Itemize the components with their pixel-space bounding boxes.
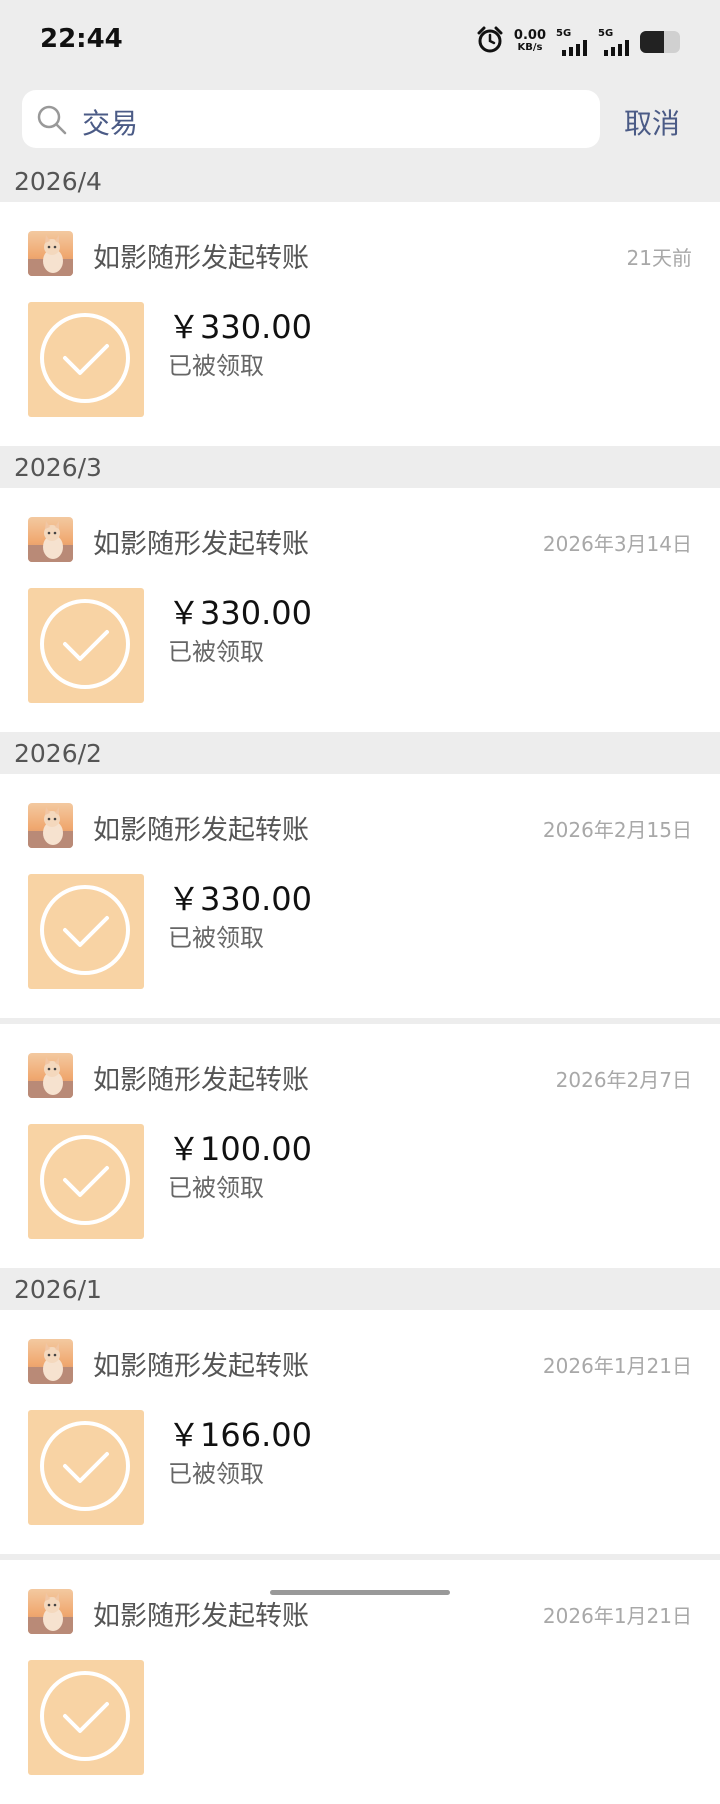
transfer-title: 如影随形发起转账 (93, 815, 309, 846)
month-header: 2026/3 (0, 446, 720, 488)
transfer-record[interactable]: 如影随形发起转账 2026年3月14日 ￥330.00 已被领取 (0, 488, 720, 732)
transfer-received-icon (28, 1124, 144, 1239)
transfer-date: 2026年2月7日 (555, 1068, 692, 1092)
avatar[interactable] (28, 517, 73, 562)
status-time: 22:44 (40, 24, 123, 54)
avatar[interactable] (28, 231, 73, 276)
transfer-status: 已被领取 (168, 924, 264, 952)
transfer-date: 2026年2月15日 (542, 818, 692, 842)
search-query: 交易 (82, 107, 139, 140)
battery-fill (640, 31, 664, 53)
transfer-status: 已被领取 (168, 638, 264, 666)
transfer-amount: ￥330.00 (168, 594, 312, 632)
transfer-received-icon (28, 302, 144, 417)
month-header: 2026/4 (0, 160, 720, 202)
avatar[interactable] (28, 1053, 73, 1098)
home-indicator[interactable] (270, 1590, 450, 1595)
transfer-status: 已被领取 (168, 352, 264, 380)
transfer-date: 2026年1月21日 (542, 1604, 692, 1628)
avatar[interactable] (28, 1339, 73, 1384)
transfer-record[interactable]: 如影随形发起转账 2026年2月15日 ￥330.00 已被领取 (0, 774, 720, 1018)
transfer-date: 2026年1月21日 (542, 1354, 692, 1378)
transfer-title: 如影随形发起转账 (93, 1065, 309, 1096)
transfer-received-icon (28, 1660, 144, 1775)
transfer-received-icon (28, 874, 144, 989)
month-header: 2026/1 (0, 1268, 720, 1310)
transfer-date: 21天前 (626, 246, 692, 270)
transfer-record[interactable]: 如影随形发起转账 2026年1月21日 ￥166.00 已被领取 (0, 1310, 720, 1554)
avatar[interactable] (28, 1589, 73, 1634)
transfer-record[interactable]: 如影随形发起转账 2026年1月21日 (0, 1560, 720, 1804)
battery-icon (640, 31, 680, 53)
search-icon (36, 104, 68, 140)
cancel-button[interactable]: 取消 (624, 102, 680, 142)
transfer-record[interactable]: 如影随形发起转账 21天前 ￥330.00 已被领取 (0, 202, 720, 446)
avatar[interactable] (28, 803, 73, 848)
signal-sim1-icon: 5G (556, 28, 588, 56)
transfer-amount: ￥330.00 (168, 880, 312, 918)
transaction-list: 2026/4 如影随形发起转账 21天前 ￥330.00 已被领取 2026/3 如影随形发… (0, 160, 720, 1804)
transfer-status: 已被领取 (168, 1460, 264, 1488)
alarm-icon (476, 26, 504, 58)
transfer-title: 如影随形发起转账 (93, 529, 309, 560)
transfer-title: 如影随形发起转账 (93, 1351, 309, 1382)
net-speed-unit: KB/s (517, 42, 543, 53)
transfer-amount: ￥100.00 (168, 1130, 312, 1168)
transfer-date: 2026年3月14日 (542, 532, 692, 556)
transfer-record[interactable]: 如影随形发起转账 2026年2月7日 ￥100.00 已被领取 (0, 1024, 720, 1268)
net-speed-value: 0.00 (513, 28, 546, 43)
transfer-amount: ￥330.00 (168, 308, 312, 346)
transfer-amount: ￥166.00 (168, 1416, 312, 1454)
signal-sim2-icon: 5G (598, 28, 630, 56)
month-header: 2026/2 (0, 732, 720, 774)
sim2-label: 5G (598, 28, 614, 39)
status-icons: 0.00 KB/s 5G 5G (476, 26, 680, 58)
transfer-received-icon (28, 1410, 144, 1525)
transfer-received-icon (28, 588, 144, 703)
sim1-label: 5G (556, 28, 572, 39)
transfer-title: 如影随形发起转账 (93, 243, 309, 274)
search-input[interactable]: 交易 (22, 90, 600, 148)
status-bar: 22:44 0.00 KB/s 5G 5G (0, 0, 720, 84)
transfer-status: 已被领取 (168, 1174, 264, 1202)
net-speed: 0.00 KB/s (513, 28, 546, 54)
